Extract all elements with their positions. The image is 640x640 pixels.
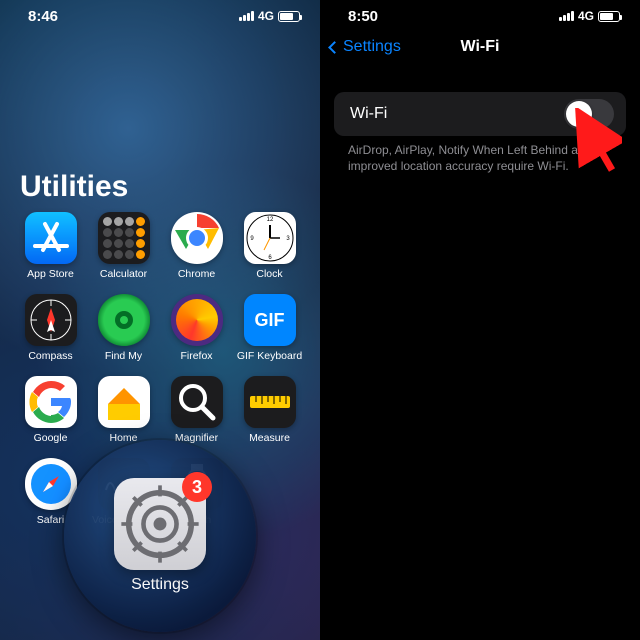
battery-icon	[598, 11, 620, 22]
google-icon	[25, 376, 77, 428]
wifi-footer-text: AirDrop, AirPlay, Notify When Left Behin…	[348, 142, 622, 174]
home-screen: 8:46 4G Utilities App Store Calculator Chr…	[0, 0, 320, 640]
app-label: Safari	[37, 514, 64, 526]
status-bar: 8:50 4G	[320, 4, 640, 28]
app-label: Clock	[256, 268, 282, 280]
notification-badge: 3	[182, 472, 212, 502]
gif-icon: GIF	[244, 294, 296, 346]
compass-icon	[25, 294, 77, 346]
back-button[interactable]: Settings	[330, 38, 401, 56]
chevron-left-icon	[328, 41, 341, 54]
app-label: Chrome	[178, 268, 215, 280]
app-google[interactable]: Google	[14, 376, 87, 444]
status-time: 8:50	[348, 8, 378, 25]
status-right: 4G	[559, 9, 620, 23]
clock-icon: 12369	[244, 212, 296, 264]
battery-icon	[278, 11, 300, 22]
app-app-store[interactable]: App Store	[14, 212, 87, 280]
home-icon	[98, 376, 150, 428]
nav-bar: Settings Wi-Fi	[320, 32, 640, 62]
settings-app-label: Settings	[131, 576, 189, 594]
signal-icon	[559, 11, 574, 21]
app-clock[interactable]: 12369 Clock	[233, 212, 306, 280]
firefox-icon	[171, 294, 223, 346]
settings-zoom-callout: 3 Settings	[64, 440, 256, 632]
wifi-toggle-label: Wi-Fi	[350, 105, 387, 123]
app-label: Firefox	[180, 350, 212, 362]
status-time: 8:46	[28, 8, 58, 25]
network-type: 4G	[258, 9, 274, 23]
wifi-settings-screen: 8:50 4G Settings Wi-Fi Wi-Fi AirDrop, Ai…	[320, 0, 640, 640]
app-home[interactable]: Home	[87, 376, 160, 444]
chrome-icon	[171, 212, 223, 264]
app-calculator[interactable]: Calculator	[87, 212, 160, 280]
toggle-knob	[566, 101, 592, 127]
signal-icon	[239, 11, 254, 21]
status-bar: 8:46 4G	[0, 4, 320, 28]
app-label: GIF Keyboard	[237, 350, 302, 362]
app-label: Find My	[105, 350, 142, 362]
app-label: Google	[34, 432, 68, 444]
app-label: Home	[109, 432, 137, 444]
app-magnifier[interactable]: Magnifier	[160, 376, 233, 444]
network-type: 4G	[578, 9, 594, 23]
app-gif-keyboard[interactable]: GIF GIF Keyboard	[233, 294, 306, 362]
app-find-my[interactable]: Find My	[87, 294, 160, 362]
app-label: Compass	[28, 350, 72, 362]
app-measure[interactable]: Measure	[233, 376, 306, 444]
app-firefox[interactable]: Firefox	[160, 294, 233, 362]
status-right: 4G	[239, 9, 300, 23]
app-label: Calculator	[100, 268, 147, 280]
back-label: Settings	[343, 38, 401, 56]
app-label: App Store	[27, 268, 74, 280]
svg-text:12: 12	[266, 217, 273, 223]
app-chrome[interactable]: Chrome	[160, 212, 233, 280]
folder-title: Utilities	[20, 170, 128, 204]
app-label: Measure	[249, 432, 290, 444]
findmy-icon	[98, 294, 150, 346]
wifi-toggle-row[interactable]: Wi-Fi	[334, 92, 626, 136]
magnifier-icon	[171, 376, 223, 428]
page-title: Wi-Fi	[461, 38, 500, 56]
safari-icon	[25, 458, 77, 510]
measure-icon	[244, 376, 296, 428]
app-compass[interactable]: Compass	[14, 294, 87, 362]
settings-app-icon[interactable]: 3	[114, 478, 206, 570]
appstore-icon	[25, 212, 77, 264]
wifi-toggle[interactable]	[564, 99, 614, 129]
calc-icon	[98, 212, 150, 264]
